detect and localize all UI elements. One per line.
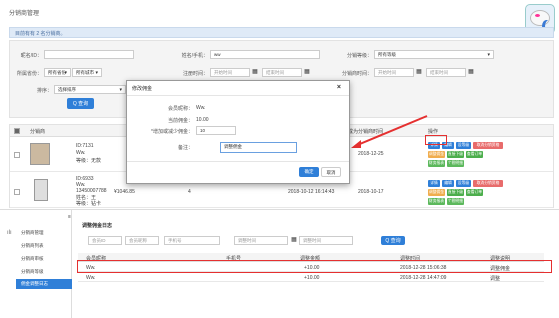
sidebar-item-commission-log[interactable]: 佣金调整日志 bbox=[21, 281, 48, 287]
sidebar-item-dealer-mgmt[interactable]: 分销商管理 bbox=[21, 230, 44, 236]
row-checkbox[interactable] bbox=[14, 189, 20, 195]
current-label: 当前佣金： bbox=[167, 118, 193, 124]
page-title: 分销商管理 bbox=[9, 11, 40, 17]
log-desc: 调整 bbox=[490, 276, 501, 282]
log-query-button[interactable]: Q 查询 bbox=[381, 236, 405, 245]
nick-label: 会员昵称： bbox=[167, 106, 193, 112]
view-orders-button[interactable]: 查看订单 bbox=[466, 151, 483, 158]
calendar-icon[interactable]: ▦ bbox=[303, 68, 311, 77]
log-main: 调整佣金日志 会员ID 会员昵称 手机号 调整时间 ▦ 调整时间 Q 查询 会员… bbox=[77, 210, 559, 318]
query-button[interactable]: Q 查询 bbox=[67, 98, 94, 109]
sidebar: ≡ ılı 分销商管理 分销商列表 分销商审核 分销商等级 佣金调整日志 bbox=[0, 210, 72, 318]
chart-icon: ılı bbox=[7, 230, 12, 236]
city-select[interactable]: 所有城市 bbox=[72, 68, 102, 77]
row-checkbox[interactable] bbox=[14, 152, 20, 158]
top-panel: 分销商管理 目前有有 2 名分销商。 昵名/ID： 姓名/手机： ww 分销等级… bbox=[0, 0, 559, 209]
cancel-qualification-button[interactable]: 取消分销资格 bbox=[473, 180, 503, 187]
dealer-nick: Ww. bbox=[76, 150, 86, 156]
page-header: 分销商管理 bbox=[0, 0, 559, 22]
highlight-box bbox=[77, 260, 552, 273]
contact-input[interactable]: ww bbox=[210, 50, 320, 59]
dealer-level: 等级：钻卡 bbox=[76, 201, 102, 207]
region-label: 所属省份： bbox=[16, 71, 42, 77]
time-end-input[interactable]: 调整时间 bbox=[299, 236, 353, 245]
notice-bar: 目前有有 2 名分销商。 bbox=[9, 27, 554, 38]
confirm-button[interactable]: 确定 bbox=[299, 167, 319, 177]
calendar-icon[interactable]: ▦ bbox=[415, 68, 423, 77]
edit-button[interactable]: 编辑 bbox=[442, 180, 454, 187]
cancel-button[interactable]: 取消 bbox=[321, 167, 341, 177]
log-title: 调整佣金日志 bbox=[82, 223, 113, 229]
become-start-input[interactable]: 开始时间 bbox=[374, 68, 414, 77]
log-time: 2018-12-28 14:47:09 bbox=[400, 275, 447, 281]
current-value: 10.00 bbox=[196, 117, 209, 123]
header-dealer: 分销商 bbox=[30, 129, 46, 135]
red-arrow bbox=[351, 115, 428, 148]
cancel-qualification-button[interactable]: 取消分销资格 bbox=[473, 142, 503, 149]
finance-report-button[interactable]: 财务报表 bbox=[428, 198, 445, 205]
menu-icon[interactable]: ≡ bbox=[68, 214, 71, 220]
sidebar-item-dealer-level[interactable]: 分销商等级 bbox=[21, 269, 44, 275]
dealer-count: 4 bbox=[188, 189, 191, 195]
dealer-level: 等级：无款 bbox=[76, 158, 102, 164]
modal-title: 修改佣金 bbox=[132, 86, 153, 92]
subordinates-button[interactable]: 直接下级 bbox=[447, 189, 464, 196]
tax-detail-button[interactable]: 个税明细 bbox=[447, 198, 464, 205]
remark-label: 备注： bbox=[177, 145, 193, 151]
calendar-icon[interactable]: ▦ bbox=[290, 236, 298, 245]
reg-end-input[interactable]: 结束时间 bbox=[262, 68, 302, 77]
time-start-input[interactable]: 调整时间 bbox=[234, 236, 288, 245]
phone-input[interactable]: 手机号 bbox=[164, 236, 220, 245]
adjust-label: *增加或减少佣金： bbox=[151, 129, 193, 135]
nick-value: Ww. bbox=[196, 105, 206, 111]
dealer-time: 2018-10-17 bbox=[358, 189, 384, 195]
reg-time-label: 注册时间： bbox=[182, 71, 208, 77]
avatar bbox=[30, 143, 50, 165]
reg-start-input[interactable]: 开始时间 bbox=[210, 68, 250, 77]
member-id-input[interactable]: 会员ID bbox=[88, 236, 122, 245]
set-level-button[interactable]: 设等级 bbox=[456, 180, 471, 187]
nickname-label: 昵名/ID： bbox=[20, 53, 42, 59]
member-nick-input[interactable]: 会员昵称 bbox=[125, 236, 159, 245]
nickname-input[interactable] bbox=[44, 50, 134, 59]
calendar-icon[interactable]: ▦ bbox=[251, 68, 259, 77]
close-icon[interactable]: × bbox=[337, 84, 341, 91]
log-amount: +10.00 bbox=[304, 275, 320, 281]
select-all-checkbox[interactable] bbox=[14, 128, 20, 134]
sidebar-item-dealer-list[interactable]: 分销商列表 bbox=[21, 243, 44, 249]
log-nick: Ww. bbox=[86, 275, 96, 281]
avatar bbox=[34, 179, 48, 201]
adjust-input[interactable]: 10 bbox=[196, 126, 236, 135]
calendar-icon[interactable]: ▦ bbox=[467, 68, 475, 77]
sort-select[interactable]: 选择排序 bbox=[54, 85, 126, 94]
become-end-input[interactable]: 结束时间 bbox=[426, 68, 466, 77]
dealer-amount: ¥1046.85 bbox=[114, 189, 135, 195]
level-label: 分销等级： bbox=[346, 53, 372, 59]
commission-modal: 修改佣金 × 会员昵称： Ww. 当前佣金： 10.00 *增加或减少佣金： 1… bbox=[126, 80, 350, 184]
level-select[interactable]: 所有等级 bbox=[374, 50, 494, 59]
finance-report-button[interactable]: 财务报表 bbox=[428, 160, 445, 167]
log-panel: ≡ ılı 分销商管理 分销商列表 分销商审核 分销商等级 佣金调整日志 调整佣… bbox=[0, 209, 559, 318]
sidebar-item-dealer-audit[interactable]: 分销商审核 bbox=[21, 256, 44, 262]
become-time-label: 分销商时间： bbox=[341, 71, 372, 77]
remark-input[interactable]: 调整佣金 bbox=[220, 142, 297, 153]
contact-label: 姓名/手机： bbox=[181, 53, 208, 59]
adjust-commission-button[interactable]: 调整佣金 bbox=[428, 151, 445, 158]
view-orders-button[interactable]: 查看订单 bbox=[466, 189, 483, 196]
adjust-commission-button[interactable]: 调整佣金 bbox=[428, 189, 445, 196]
dealer-reg-time: 2018-10-12 16:14:43 bbox=[288, 189, 335, 195]
sort-label: 排序： bbox=[36, 88, 52, 94]
subordinates-button[interactable]: 直接下级 bbox=[447, 151, 464, 158]
province-select[interactable]: 所有省份 bbox=[44, 68, 71, 77]
table-row: Ww. +10.00 2018-12-28 14:47:09 调整 bbox=[78, 272, 544, 282]
set-level-button[interactable]: 设等级 bbox=[456, 142, 471, 149]
tax-detail-button[interactable]: 个税明细 bbox=[447, 160, 464, 167]
detail-button[interactable]: 详情 bbox=[428, 180, 440, 187]
dealer-id: ID:7131 bbox=[76, 143, 94, 149]
